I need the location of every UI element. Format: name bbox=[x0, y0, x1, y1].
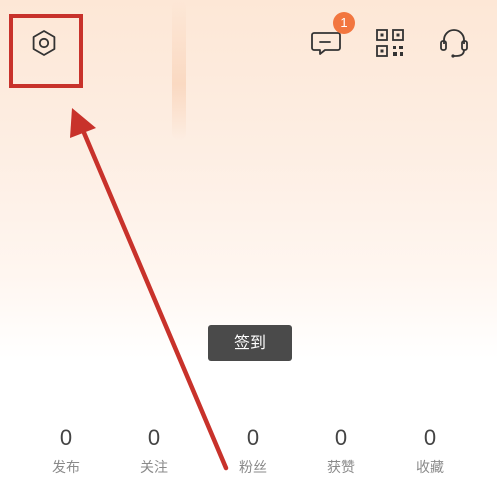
qr-code-icon[interactable] bbox=[373, 26, 407, 60]
stat-likes-value: 0 bbox=[334, 425, 348, 450]
stat-posts-label: 发布 bbox=[52, 460, 80, 476]
stat-fans-label: 粉丝 bbox=[239, 460, 267, 476]
stat-likes-label: 获赞 bbox=[327, 460, 355, 476]
message-badge: 1 bbox=[333, 12, 355, 34]
background-streak bbox=[172, 0, 186, 140]
stat-posts[interactable]: 0 发布 bbox=[26, 425, 106, 477]
stat-posts-value: 0 bbox=[59, 425, 73, 450]
stat-fans[interactable]: 0 粉丝 bbox=[213, 425, 293, 477]
stat-following[interactable]: 0 关注 bbox=[114, 425, 194, 477]
stat-favorites-label: 收藏 bbox=[416, 460, 444, 476]
customer-service-icon[interactable] bbox=[436, 24, 472, 62]
stat-favorites[interactable]: 0 收藏 bbox=[390, 425, 470, 477]
stat-fans-value: 0 bbox=[246, 425, 260, 450]
sign-in-button[interactable]: 签到 bbox=[208, 325, 292, 361]
annotation-highlight-box bbox=[9, 14, 83, 88]
stat-following-label: 关注 bbox=[140, 460, 168, 476]
stat-following-value: 0 bbox=[147, 425, 161, 450]
stat-favorites-value: 0 bbox=[423, 425, 437, 450]
stats-row: 0 发布 0 关注 0 粉丝 0 获赞 0 收藏 bbox=[0, 425, 497, 485]
stat-likes[interactable]: 0 获赞 bbox=[301, 425, 381, 477]
